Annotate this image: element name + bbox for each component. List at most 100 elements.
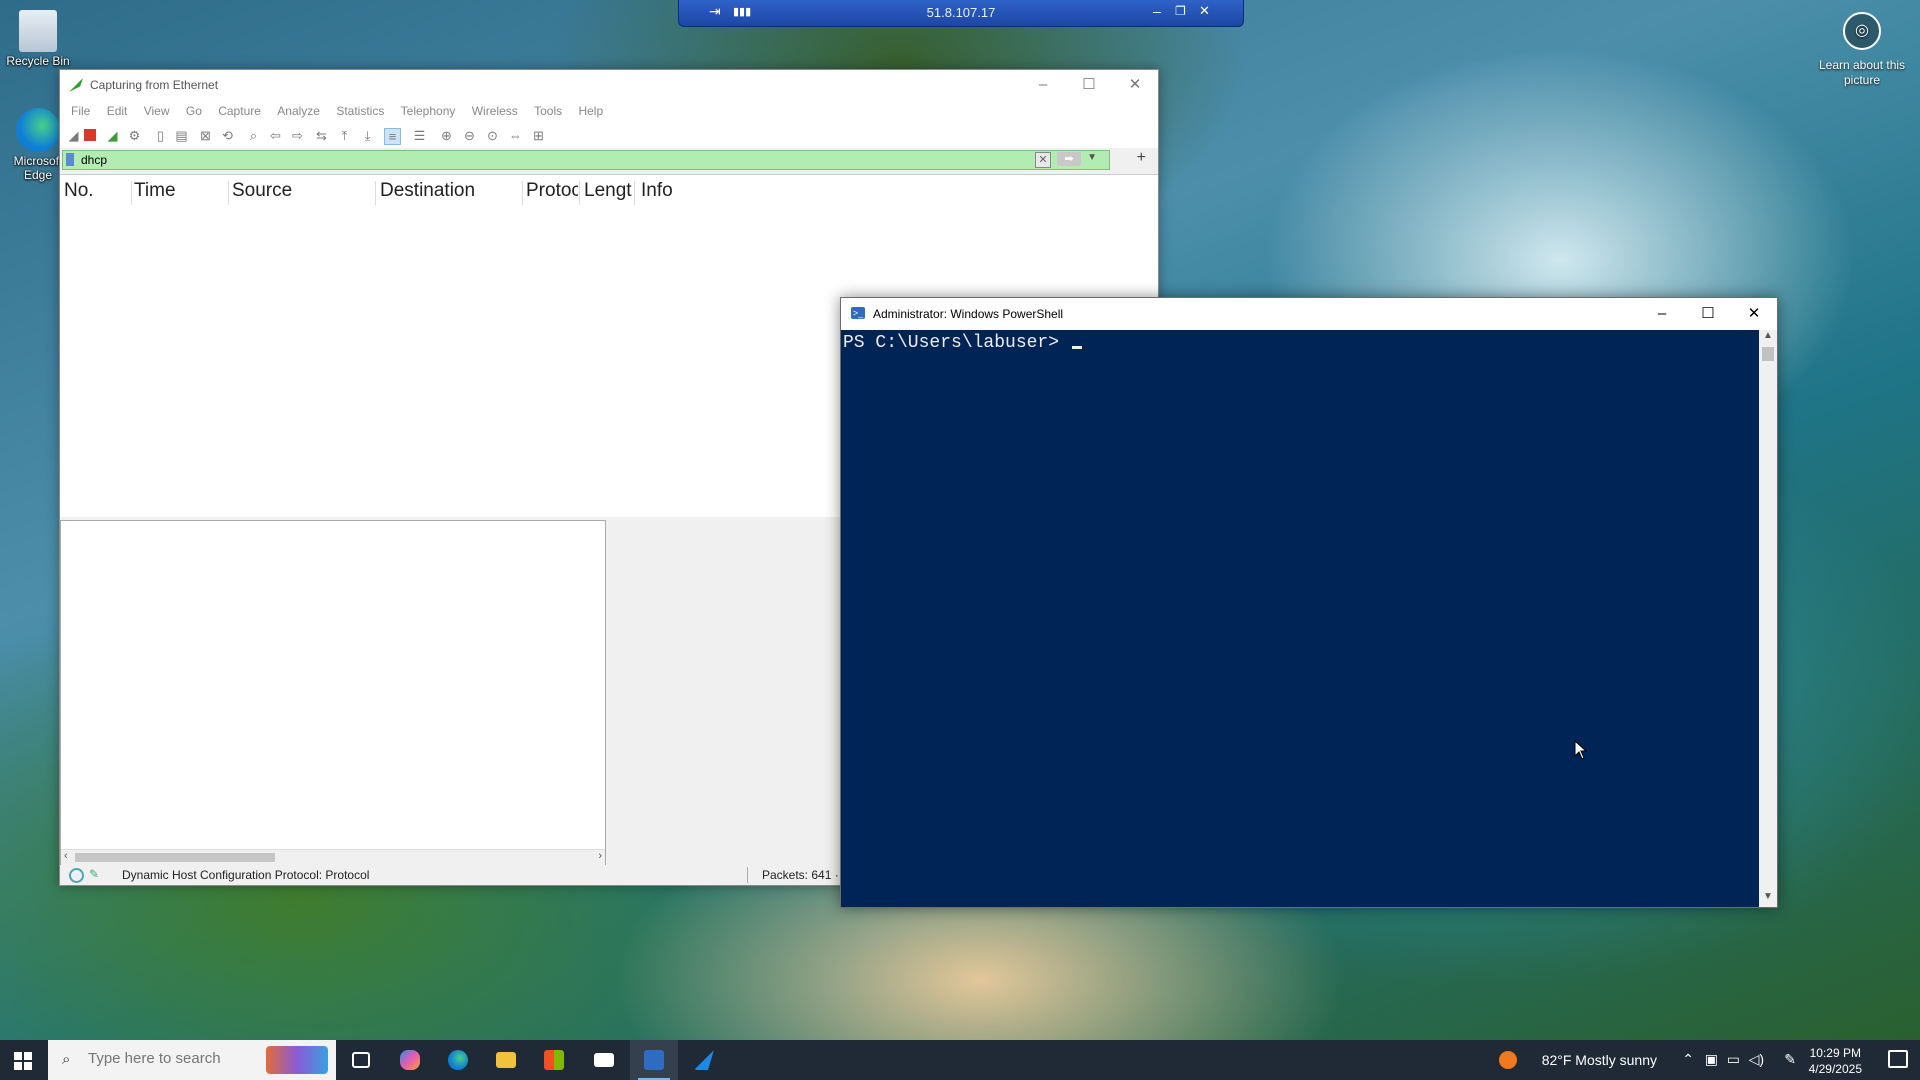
powershell-titlebar[interactable]: >_ Administrator: Windows PowerShell – ☐… xyxy=(841,298,1777,330)
close-file-icon[interactable]: ⊠ xyxy=(198,128,213,143)
zoom-in-icon[interactable]: ⊕ xyxy=(439,128,454,143)
column-header-source[interactable]: Source xyxy=(232,180,292,202)
display-filter-input[interactable] xyxy=(81,151,981,169)
scroll-down-icon[interactable]: ▼ xyxy=(1759,891,1777,907)
system-tray: 82°F Mostly sunny ⌃ ▣ ▭ ◁) ✎ 10:29 PM 4/… xyxy=(1460,1040,1920,1080)
start-button[interactable] xyxy=(0,1040,48,1080)
learn-about-picture[interactable]: ◎ Learn about this picture xyxy=(1808,12,1916,88)
task-view-icon xyxy=(352,1052,370,1068)
zoom-out-icon[interactable]: ⊖ xyxy=(462,128,477,143)
menu-wireless[interactable]: Wireless xyxy=(472,100,518,118)
capture-comment-icon[interactable]: ✎ xyxy=(89,867,99,881)
notification-icon[interactable] xyxy=(1888,1050,1908,1068)
scroll-left-icon[interactable]: ‹ xyxy=(64,850,68,862)
expert-info-icon[interactable] xyxy=(69,868,84,883)
resize-columns-icon[interactable]: ⇔ xyxy=(508,128,523,143)
taskbar-file-explorer[interactable] xyxy=(482,1040,530,1080)
packet-list-header: No. Time Source Destination Protoc Lengt… xyxy=(60,175,1158,205)
open-file-icon[interactable]: ▯ xyxy=(153,128,168,143)
scrollbar-thumb[interactable] xyxy=(1762,347,1774,361)
menu-tools[interactable]: Tools xyxy=(534,100,562,118)
search-input[interactable] xyxy=(88,1050,248,1067)
close-button[interactable]: ✕ xyxy=(1731,298,1777,330)
desktop-icon-recycle-bin[interactable]: Recycle Bin xyxy=(0,10,76,68)
taskbar-wireshark[interactable] xyxy=(680,1040,728,1080)
scroll-up-icon[interactable]: ▲ xyxy=(1759,330,1777,346)
taskbar-store[interactable] xyxy=(530,1040,578,1080)
wireshark-titlebar[interactable]: Capturing from Ethernet – ☐ ✕ xyxy=(60,70,1158,100)
minimize-button[interactable]: – xyxy=(1639,298,1685,330)
menu-file[interactable]: File xyxy=(71,100,90,118)
taskbar-powershell[interactable] xyxy=(630,1040,678,1080)
stop-capture-icon[interactable] xyxy=(84,129,96,141)
meet-now-icon[interactable]: ▣ xyxy=(1705,1051,1718,1068)
search-highlight-icon[interactable] xyxy=(266,1046,328,1074)
add-filter-button-icon[interactable]: + xyxy=(1137,149,1146,167)
column-header-destination[interactable]: Destination xyxy=(380,180,475,202)
network-icon[interactable]: ▭ xyxy=(1727,1051,1740,1068)
menu-go[interactable]: Go xyxy=(186,100,202,118)
learn-label: Learn about this picture xyxy=(1818,58,1906,87)
go-back-icon[interactable]: ⇦ xyxy=(268,128,283,143)
horizontal-scrollbar[interactable]: ‹ › xyxy=(61,849,605,865)
volume-icon[interactable]: ◁) xyxy=(1749,1051,1764,1068)
column-header-length[interactable]: Lengt xyxy=(584,180,634,202)
console-output[interactable]: PS C:\Users\labuser> xyxy=(841,330,1759,907)
weather-text[interactable]: 82°F Mostly sunny xyxy=(1542,1052,1657,1068)
capture-options-icon[interactable]: ⚙ xyxy=(127,128,142,143)
menu-help[interactable]: Help xyxy=(578,100,603,118)
column-header-info[interactable]: Info xyxy=(641,180,673,202)
layout-icon[interactable]: ⊞ xyxy=(531,128,546,143)
close-button[interactable]: ✕ xyxy=(1112,70,1158,100)
normal-size-icon[interactable]: ⊙ xyxy=(485,128,500,143)
mail-icon xyxy=(594,1053,614,1067)
go-forward-icon[interactable]: ⇨ xyxy=(290,128,305,143)
menu-telephony[interactable]: Telephony xyxy=(401,100,456,118)
maximize-button[interactable]: ☐ xyxy=(1066,70,1112,100)
filter-history-dropdown[interactable]: ▼ xyxy=(1087,152,1097,163)
first-packet-icon[interactable]: ⤒ xyxy=(337,128,352,143)
packet-details-pane[interactable]: ‹ › xyxy=(60,520,606,866)
maximize-button[interactable]: ☐ xyxy=(1685,298,1731,330)
colorize-icon[interactable]: ☰ xyxy=(412,128,427,143)
restart-capture-icon[interactable]: ◢ xyxy=(105,128,120,143)
status-message: Dynamic Host Configuration Protocol: Pro… xyxy=(122,868,370,882)
column-header-no[interactable]: No. xyxy=(64,180,94,202)
scrollbar-thumb[interactable] xyxy=(75,853,275,862)
bookmark-icon[interactable] xyxy=(66,153,74,166)
weather-icon[interactable] xyxy=(1499,1051,1517,1069)
last-packet-icon[interactable]: ⤓ xyxy=(360,128,375,143)
chevron-up-icon[interactable]: ⌃ xyxy=(1682,1051,1694,1068)
menu-view[interactable]: View xyxy=(144,100,170,118)
taskbar-search[interactable]: ⌕ xyxy=(48,1040,336,1080)
menu-edit[interactable]: Edit xyxy=(107,100,128,118)
apply-filter-icon[interactable]: ➡ xyxy=(1057,152,1081,166)
column-header-protocol[interactable]: Protoc xyxy=(526,180,578,202)
taskbar-edge[interactable] xyxy=(434,1040,482,1080)
save-file-icon[interactable]: ▤ xyxy=(174,128,189,143)
restore-icon[interactable]: ❐ xyxy=(1175,4,1186,18)
clock[interactable]: 10:29 PM 4/29/2025 xyxy=(1809,1045,1862,1077)
autoscroll-icon[interactable]: ≡ xyxy=(384,128,401,145)
taskbar-copilot[interactable] xyxy=(386,1040,434,1080)
column-header-time[interactable]: Time xyxy=(134,180,176,202)
wireshark-fin-icon xyxy=(69,78,83,92)
menu-analyze[interactable]: Analyze xyxy=(277,100,320,118)
rdp-connection-bar: ⇥ ▮▮▮ 51.8.107.17 – ❐ ✕ xyxy=(678,0,1244,27)
minimize-button[interactable]: – xyxy=(1020,70,1066,100)
clear-filter-icon[interactable]: ✕ xyxy=(1035,152,1051,168)
pen-icon[interactable]: ✎ xyxy=(1784,1051,1796,1068)
scroll-right-icon[interactable]: › xyxy=(598,850,602,862)
taskbar-mail[interactable] xyxy=(580,1040,628,1080)
close-icon[interactable]: ✕ xyxy=(1199,3,1210,19)
task-view-button[interactable] xyxy=(336,1040,384,1080)
minimize-icon[interactable]: – xyxy=(1153,3,1161,19)
menu-capture[interactable]: Capture xyxy=(218,100,261,118)
find-packet-icon[interactable]: ⌕ xyxy=(246,128,261,143)
go-to-packet-icon[interactable]: ⇆ xyxy=(314,128,329,143)
menu-statistics[interactable]: Statistics xyxy=(336,100,384,118)
start-capture-icon[interactable]: ◢ xyxy=(66,128,81,143)
reload-file-icon[interactable]: ⟲ xyxy=(220,128,235,143)
recycle-bin-icon xyxy=(19,10,57,52)
vertical-scrollbar[interactable]: ▲ ▼ xyxy=(1759,330,1777,907)
